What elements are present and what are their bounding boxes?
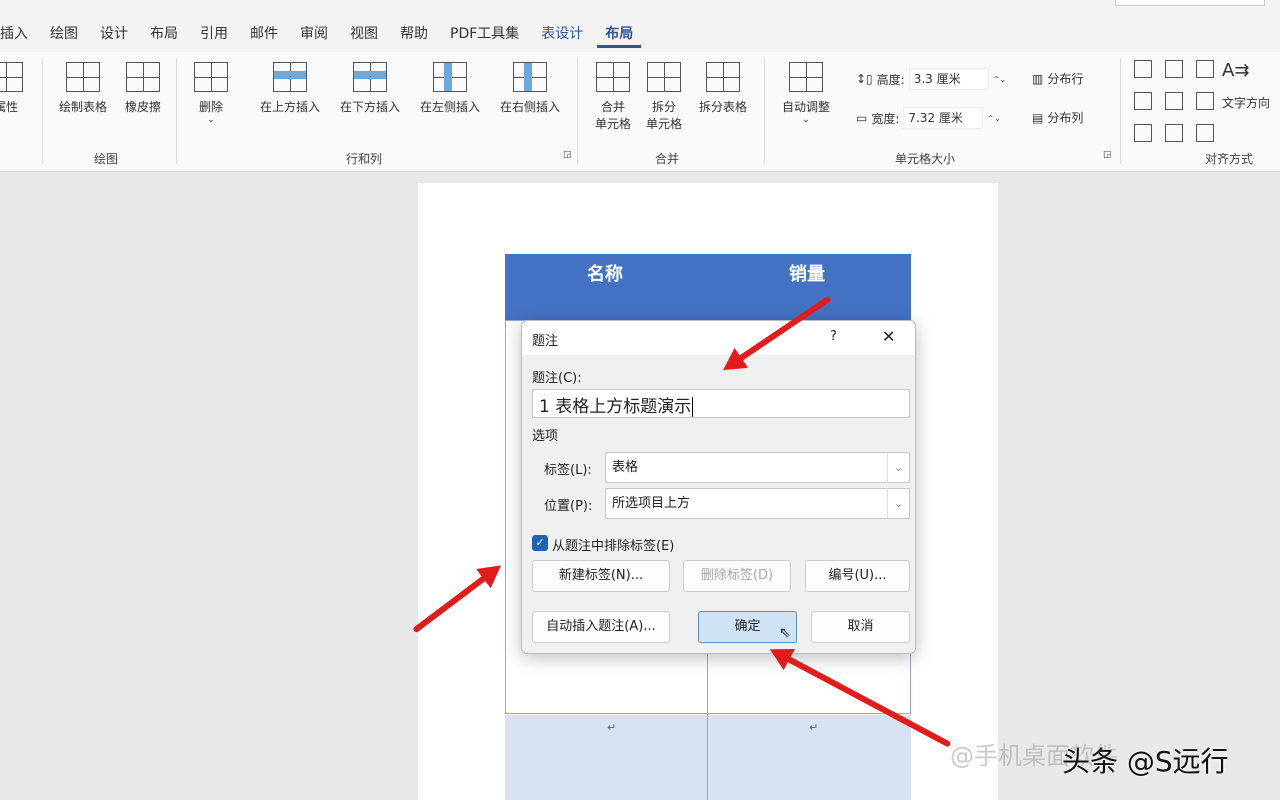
title-search-box[interactable] [1115,0,1265,6]
split-cells-button[interactable]: 拆分 单元格 [641,62,687,132]
caption-label: 题注(C): [532,371,582,386]
distribute-cols-icon: ▤ [1032,110,1044,125]
label-select[interactable]: 表格 ⌄ [605,452,910,483]
ribbon-area: 插入 绘图 设计 布局 引用 邮件 审阅 视图 帮助 PDF工具集 表设计 布局… [0,0,1280,172]
group-label-rows-cols: 行和列 [346,152,383,166]
insert-above-icon [273,62,307,92]
close-button[interactable]: ✕ [882,327,895,346]
tab-design[interactable]: 设计 [92,22,136,48]
chevron-down-icon: ⌄ [887,489,909,518]
width-spinner[interactable]: ▭ 宽度: 7.32 厘米 ⌃⌄ [856,107,1001,129]
dialog-titlebar: 题注 ? ✕ [522,321,915,355]
align-bottom-right-icon[interactable] [1196,124,1214,142]
text-direction-icon: A⇉ [1222,60,1250,81]
align-bottom-left-icon[interactable] [1134,124,1152,142]
caption-dialog: 题注 ? ✕ 题注(C): 1 表格上方标题演示 选项 标签(L): 表格 ⌄ 位… [521,320,916,654]
dialog-launcher-icon[interactable]: ◲ [563,150,572,160]
insert-above-button[interactable]: 在上方插入 [252,62,328,115]
delete-table-icon [194,62,228,92]
options-label: 选项 [532,429,559,444]
tab-mailings[interactable]: 邮件 [242,22,286,48]
autofit-icon [789,62,823,92]
delete-button[interactable]: 删除 ⌄ [188,62,234,125]
group-label-merge: 合并 [655,152,680,166]
position-label: 位置(P): [544,499,593,514]
new-label-button[interactable]: 新建标签(N)... [532,560,670,592]
position-select[interactable]: 所选项目上方 ⌄ [605,488,910,519]
ribbon-tabs: 插入 绘图 设计 布局 引用 邮件 审阅 视图 帮助 PDF工具集 表设计 布局 [0,22,647,48]
tab-pdf-tools[interactable]: PDF工具集 [442,22,527,48]
insert-below-icon [353,62,387,92]
author-credit: 头条 @S远行 [1062,745,1229,778]
row-height-icon: ↕▯ [856,72,873,86]
split-table-icon [706,62,740,92]
align-top-center-icon[interactable] [1165,60,1183,78]
align-top-left-icon[interactable] [1134,60,1152,78]
caption-input[interactable]: 1 表格上方标题演示 [532,389,910,418]
insert-left-icon [433,62,467,92]
insert-right-button[interactable]: 在右侧插入 [492,62,568,115]
split-cells-icon [647,62,681,92]
table-properties-icon [0,62,23,92]
tab-draw[interactable]: 绘图 [42,22,86,48]
group-label-alignment: 对齐方式 [1205,152,1254,166]
tab-references[interactable]: 引用 [192,22,236,48]
cancel-button[interactable]: 取消 [811,611,910,643]
table-header-row: 名称 销量 [505,254,911,320]
exclude-label-text: 从题注中排除标签(E) [552,539,675,554]
ribbon: 属性 绘制表格 橡皮擦 绘图 删除⌄ 在上方插入 在下方插入 在左侧插入 在右侧… [0,52,1280,170]
dialog-launcher-icon[interactable]: ◲ [1103,150,1112,160]
group-label-draw: 绘图 [94,152,119,166]
merge-cells-button[interactable]: 合并 单元格 [590,62,636,132]
draw-table-icon [66,62,100,92]
distribute-rows-icon: ▥ [1032,71,1044,86]
tab-review[interactable]: 审阅 [292,22,336,48]
tab-help[interactable]: 帮助 [392,22,436,48]
table-row: ↵ ↵ [505,714,911,800]
align-middle-center-icon[interactable] [1165,92,1183,110]
draw-table-button[interactable]: 绘制表格 [52,62,114,115]
split-table-button[interactable]: 拆分表格 [692,62,754,115]
insert-right-icon [513,62,547,92]
tab-insert[interactable]: 插入 [0,22,36,48]
insert-below-button[interactable]: 在下方插入 [332,62,408,115]
align-bottom-center-icon[interactable] [1165,124,1183,142]
label-label: 标签(L): [544,463,592,478]
chevron-down-icon: ⌄ [887,453,909,482]
text-direction-button[interactable]: A⇉ 文字方向 [1222,60,1280,111]
eraser-icon [126,62,160,92]
dialog-title: 题注 [532,334,559,349]
tab-table-layout[interactable]: 布局 [597,22,642,48]
exclude-label-checkbox[interactable]: ✓ [532,535,548,551]
tab-view[interactable]: 视图 [342,22,386,48]
align-middle-right-icon[interactable] [1196,92,1214,110]
insert-left-button[interactable]: 在左侧插入 [412,62,488,115]
numbering-button[interactable]: 编号(U)... [805,560,910,592]
autofit-button[interactable]: 自动调整 ⌄ [774,62,838,125]
column-width-icon: ▭ [856,111,868,125]
align-middle-left-icon[interactable] [1134,92,1152,110]
distribute-rows-button[interactable]: ▥ 分布行 [1032,70,1083,87]
tab-table-design[interactable]: 表设计 [533,22,591,48]
merge-cells-icon [596,62,630,92]
properties-button[interactable]: 属性 [0,62,26,115]
header-name: 名称 [587,264,623,285]
height-spinner[interactable]: ↕▯ 高度: 3.3 厘米 ⌃⌄ [856,68,1006,90]
header-sales: 销量 [789,264,825,285]
ok-button[interactable]: 确定 ⇖ [698,611,797,643]
tab-layout-page[interactable]: 布局 [142,22,186,48]
align-top-right-icon[interactable] [1196,60,1214,78]
help-button[interactable]: ? [830,329,837,344]
delete-label-button[interactable]: 删除标签(D) [683,560,791,592]
eraser-button[interactable]: 橡皮擦 [118,62,168,115]
autocaption-button[interactable]: 自动插入题注(A)... [532,611,670,643]
group-label-cell-size: 单元格大小 [895,152,956,166]
distribute-cols-button[interactable]: ▤ 分布列 [1032,109,1083,126]
